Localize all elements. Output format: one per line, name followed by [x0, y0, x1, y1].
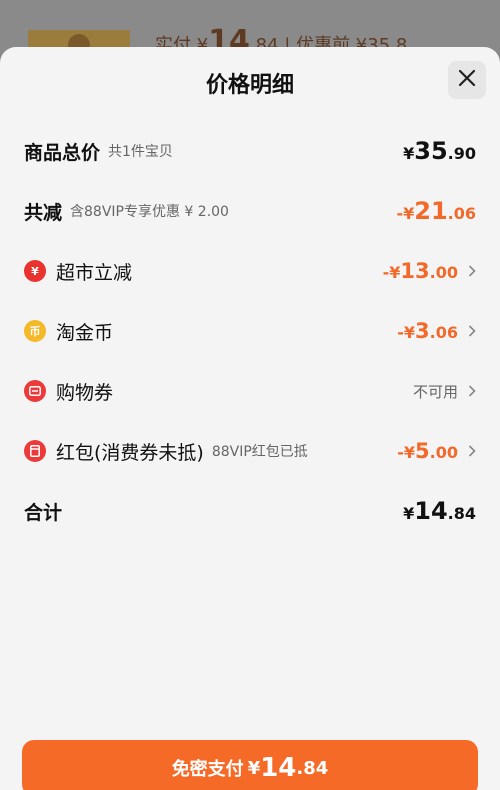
row-label: 淘金币: [56, 321, 114, 344]
gold-coin-icon: 币: [24, 320, 46, 342]
close-button[interactable]: [448, 61, 486, 99]
row-total-discount: 共减 含88VIP专享优惠 ¥ 2.00 -¥21.06: [24, 194, 476, 228]
row-label: 合计: [24, 501, 63, 524]
row-sub: 含88VIP专享优惠 ¥ 2.00: [70, 204, 229, 220]
red-packet-icon: [24, 440, 46, 462]
row-amount: -¥21.06: [396, 197, 476, 225]
unavailable-text: 不可用: [412, 382, 458, 401]
row-amount: -¥5.00: [397, 439, 458, 463]
pay-button[interactable]: 免密支付 ¥ 14 .84: [22, 740, 478, 790]
sheet-title: 价格明细: [205, 73, 294, 98]
chevron-right-icon: [462, 265, 476, 277]
row-red-packet[interactable]: 红包(消费券未抵) 88VIP红包已抵 -¥5.00: [24, 434, 476, 468]
row-grand-total: 合计 ¥14.84: [24, 494, 476, 528]
close-icon: [458, 69, 476, 91]
row-supermarket-discount[interactable]: ¥ 超市立减 -¥13.00: [24, 254, 476, 288]
row-taobao-coins[interactable]: 币 淘金币 -¥3.06: [24, 314, 476, 348]
row-label: 超市立减: [56, 261, 133, 284]
pay-button-int: 14: [260, 753, 297, 783]
row-label: 红包(消费券未抵): [56, 441, 204, 464]
row-sub: 共1件宝贝: [108, 144, 173, 160]
pay-button-dec: .84: [296, 757, 329, 779]
price-detail-sheet: 价格明细 商品总价 共1件宝贝 ¥35.90 共减 含88VIP专享优惠 ¥ 2…: [0, 47, 500, 790]
chevron-right-icon: [462, 445, 476, 457]
red-coin-icon: ¥: [24, 260, 46, 282]
row-amount: ¥14.84: [403, 497, 476, 525]
row-sub: 88VIP红包已抵: [211, 444, 308, 460]
row-total-goods: 商品总价 共1件宝贝 ¥35.90: [24, 134, 476, 168]
row-amount: -¥3.06: [397, 319, 458, 343]
row-amount: -¥13.00: [382, 259, 458, 283]
row-label: 商品总价: [24, 141, 101, 164]
pay-button-currency: ¥: [247, 757, 261, 779]
row-amount: ¥35.90: [403, 137, 476, 165]
row-label: 购物券: [56, 381, 114, 404]
row-label: 共减: [24, 201, 63, 224]
chevron-right-icon: [462, 325, 476, 337]
pay-button-label: 免密支付: [171, 759, 244, 780]
coupon-icon: [24, 380, 46, 402]
row-shopping-coupon[interactable]: 购物券 不可用: [24, 374, 476, 408]
chevron-right-icon: [462, 385, 476, 397]
